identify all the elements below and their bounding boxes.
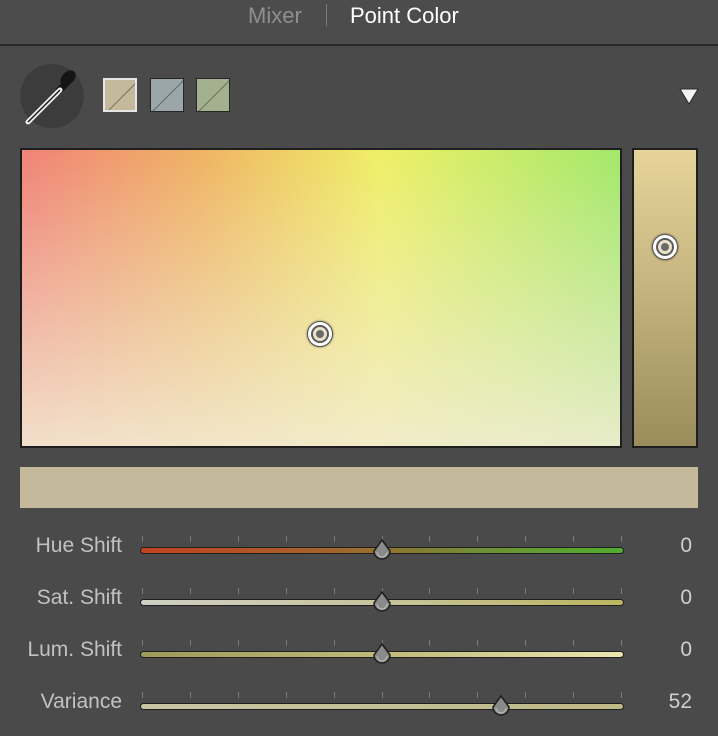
slider-ticks <box>142 692 622 700</box>
slider-tick <box>525 640 526 646</box>
slider-tick <box>238 536 239 542</box>
slider-tick <box>429 588 430 594</box>
tab-bar: Mixer Point Color <box>0 0 718 46</box>
luminance-picker[interactable] <box>652 234 678 260</box>
slider-tick <box>429 692 430 698</box>
slider-label: Lum. Shift <box>27 638 122 661</box>
color-swatch-3[interactable] <box>196 78 230 112</box>
slider-value[interactable]: 0 <box>652 534 692 558</box>
slider-tick <box>429 640 430 646</box>
slider-tick <box>286 588 287 594</box>
slider-tick <box>477 588 478 594</box>
slider-tick <box>525 536 526 542</box>
slider-tick <box>286 640 287 646</box>
color-swatch-2[interactable] <box>150 78 184 112</box>
sat-shift-slider-row: Sat. Shift 0 <box>0 578 718 618</box>
slider-tick <box>334 536 335 542</box>
slider-tick <box>525 588 526 594</box>
slider-tick <box>238 692 239 698</box>
slider-tick <box>142 536 143 542</box>
variance-thumb[interactable] <box>490 694 512 718</box>
slider-tick <box>477 536 478 542</box>
slider-tick <box>382 692 383 698</box>
color-preview-bar <box>20 467 698 508</box>
tab-divider <box>326 4 327 26</box>
slider-value[interactable]: 0 <box>652 586 692 610</box>
sat-shift-thumb[interactable] <box>371 590 393 614</box>
slider-tick <box>334 640 335 646</box>
slider-tick <box>573 640 574 646</box>
dropdown-triangle-icon[interactable] <box>678 86 700 106</box>
slider-label: Sat. Shift <box>36 586 122 609</box>
luminance-strip[interactable] <box>632 148 698 448</box>
slider-tick <box>621 640 622 646</box>
hue-shift-slider-row: Hue Shift 0 <box>0 526 718 566</box>
slider-tick <box>621 536 622 542</box>
slider-tick <box>142 588 143 594</box>
eyedropper-icon[interactable] <box>20 64 84 128</box>
variance-slider-row: Variance 52 <box>0 682 718 722</box>
slider-label: Variance <box>40 690 122 713</box>
lum-shift-thumb[interactable] <box>371 642 393 666</box>
slider-tick <box>286 536 287 542</box>
slider-tick <box>334 692 335 698</box>
slider-tick <box>142 692 143 698</box>
slider-tick <box>477 692 478 698</box>
tab-point-color[interactable]: Point Color <box>350 2 459 30</box>
slider-tick <box>190 536 191 542</box>
slider-tick <box>334 588 335 594</box>
color-field-picker[interactable] <box>307 321 333 347</box>
hue-saturation-field[interactable] <box>20 148 622 448</box>
color-swatch-1[interactable] <box>103 78 137 112</box>
slider-tick <box>238 640 239 646</box>
slider-value[interactable]: 0 <box>652 638 692 662</box>
slider-tick <box>477 640 478 646</box>
lum-shift-slider-row: Lum. Shift 0 <box>0 630 718 670</box>
slider-tick <box>621 588 622 594</box>
slider-tick <box>621 692 622 698</box>
slider-tick <box>190 588 191 594</box>
slider-value[interactable]: 52 <box>652 690 692 714</box>
hue-shift-thumb[interactable] <box>371 538 393 562</box>
tab-mixer[interactable]: Mixer <box>248 2 302 30</box>
slider-tick <box>190 692 191 698</box>
slider-tick <box>190 640 191 646</box>
slider-label: Hue Shift <box>35 534 122 557</box>
slider-tick <box>142 640 143 646</box>
slider-tick <box>525 692 526 698</box>
slider-tick <box>286 692 287 698</box>
slider-tick <box>238 588 239 594</box>
variance-track[interactable] <box>140 703 624 710</box>
slider-tick <box>573 692 574 698</box>
slider-tick <box>573 536 574 542</box>
slider-tick <box>573 588 574 594</box>
slider-tick <box>429 536 430 542</box>
